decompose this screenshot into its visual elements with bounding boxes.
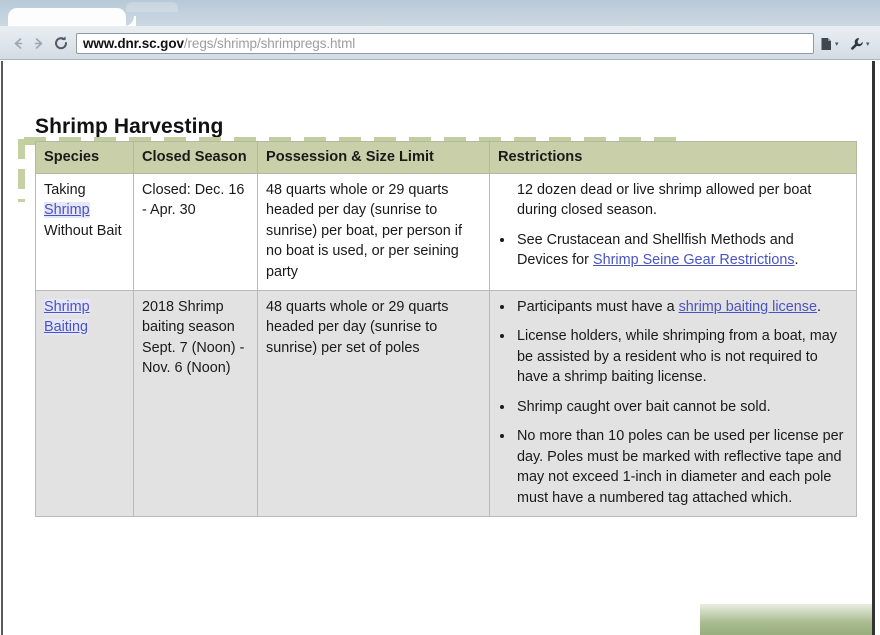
cell-species: Shrimp Baiting — [35, 289, 134, 518]
shrimp-baiting-license-link[interactable]: shrimp baiting license — [679, 299, 817, 315]
new-tab-button[interactable] — [126, 2, 178, 12]
selection-bottom-block — [700, 604, 872, 635]
url-path: /regs/shrimp/shrimpregs.html — [183, 36, 356, 51]
browser-window: www.dnr.sc.gov/regs/shrimp/shrimpregs.ht… — [0, 0, 880, 635]
selection-left-dashes — [18, 139, 25, 202]
page-left-border — [1, 61, 3, 635]
list-item: License holders, while shrimping from a … — [515, 326, 848, 387]
list-item: Participants must have a shrimp baiting … — [515, 297, 848, 317]
restriction-text-pre: Participants must have a — [517, 298, 679, 315]
page-right-gutter — [876, 61, 880, 635]
table-row: Taking Shrimp Without Bait Closed: Dec. … — [35, 172, 857, 291]
cell-possession: 48 quarts whole or 29 quarts headed per … — [257, 289, 490, 518]
species-text-post: Without Bait — [44, 222, 122, 239]
page-title: Shrimp Harvesting — [35, 115, 224, 139]
page-viewport: Shrimp Harvesting Species Closed Season … — [0, 61, 880, 635]
table-header-row: Species Closed Season Possession & Size … — [35, 141, 857, 174]
back-arrow-icon[interactable] — [10, 35, 27, 52]
cell-closed-season: 2018 Shrimp baiting season Sept. 7 (Noon… — [133, 289, 258, 518]
column-header-restrictions: Restrictions — [489, 141, 857, 174]
restrictions-list: Participants must have a shrimp baiting … — [498, 297, 848, 508]
list-item: Shrimp caught over bait cannot be sold. — [515, 397, 848, 417]
column-header-species: Species — [35, 141, 134, 174]
cell-species: Taking Shrimp Without Bait — [35, 172, 134, 291]
table-row: Shrimp Baiting 2018 Shrimp baiting seaso… — [35, 289, 857, 518]
shrimp-seine-gear-restrictions-link[interactable]: Shrimp Seine Gear Restrictions — [593, 252, 795, 268]
cell-restrictions: 12 dozen dead or live shrimp allowed per… — [489, 172, 857, 291]
list-item: 12 dozen dead or live shrimp allowed per… — [517, 181, 812, 219]
shrimp-baiting-link[interactable]: Shrimp Baiting — [44, 298, 90, 336]
cell-possession: 48 quarts whole or 29 quarts headed per … — [257, 172, 490, 291]
shrimp-harvesting-table: Species Closed Season Possession & Size … — [35, 141, 857, 518]
reload-icon[interactable] — [52, 34, 70, 52]
cell-restrictions: Participants must have a shrimp baiting … — [489, 289, 857, 518]
browser-tab[interactable] — [8, 8, 136, 26]
url-domain: www.dnr.sc.gov — [83, 36, 184, 51]
restrictions-list: 12 dozen dead or live shrimp allowed per… — [498, 180, 848, 271]
tab-strip — [0, 0, 880, 26]
restriction-text-post: . — [794, 252, 799, 269]
shrimp-link[interactable]: Shrimp — [44, 202, 90, 219]
column-header-closed-season: Closed Season — [133, 141, 258, 174]
browser-toolbar: www.dnr.sc.gov/regs/shrimp/shrimpregs.ht… — [0, 26, 880, 60]
list-item: No more than 10 poles can be used per li… — [515, 426, 848, 508]
page-menu-icon[interactable]: ▾ — [820, 35, 839, 53]
list-item: See Crustacean and Shellfish Methods and… — [515, 230, 848, 271]
wrench-menu-icon[interactable]: ▾ — [850, 35, 870, 53]
column-header-possession: Possession & Size Limit — [257, 141, 490, 174]
forward-arrow-icon[interactable] — [30, 35, 47, 52]
page-right-border — [872, 61, 875, 635]
cell-closed-season: Closed: Dec. 16 - Apr. 30 — [133, 172, 258, 291]
restriction-text-post: . — [816, 298, 821, 315]
address-bar[interactable]: www.dnr.sc.gov/regs/shrimp/shrimpregs.ht… — [76, 33, 814, 54]
species-text-pre: Taking — [44, 181, 86, 198]
wrench-menu-caret: ▾ — [866, 41, 870, 48]
page-menu-caret: ▾ — [835, 41, 839, 48]
